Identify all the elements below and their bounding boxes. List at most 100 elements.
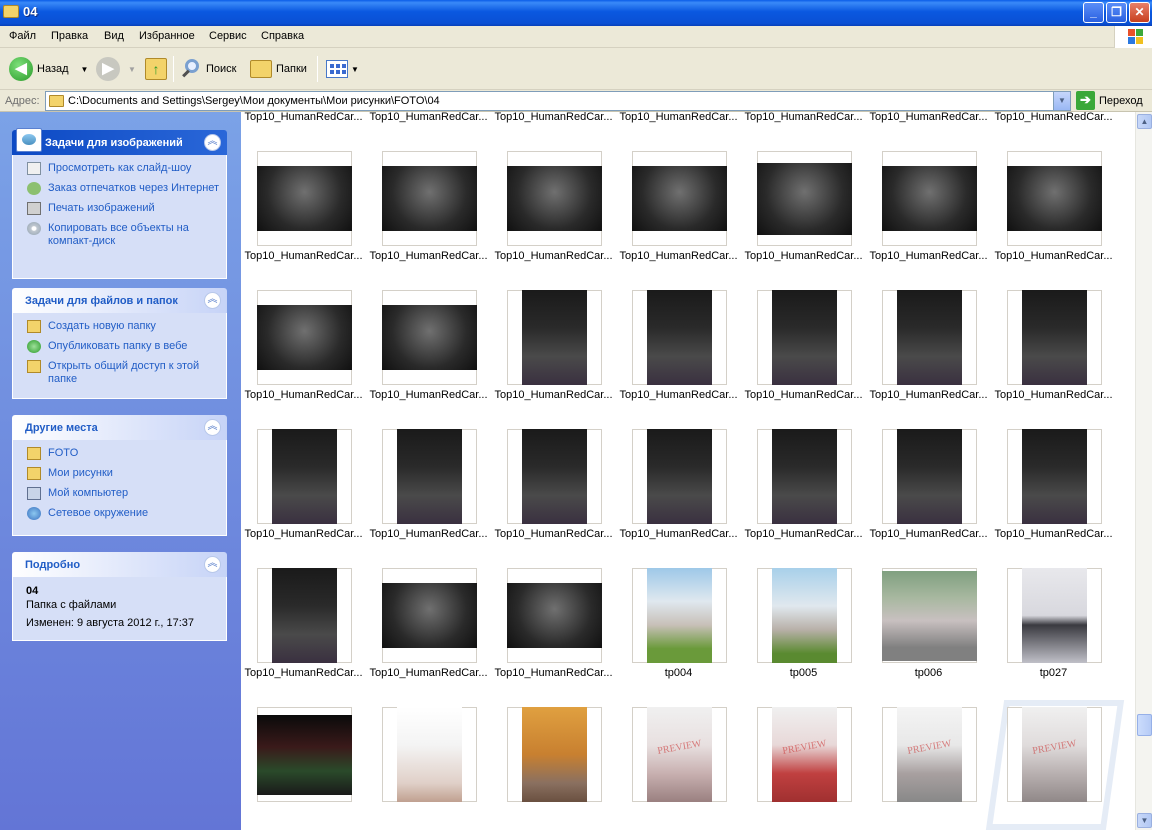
file-item[interactable]: Top10_HumanRedCar...: [991, 143, 1116, 279]
file-item[interactable]: Top10_HumanRedCar...: [866, 282, 991, 418]
file-thumbnail[interactable]: [382, 568, 477, 663]
up-button[interactable]: ↑: [145, 54, 167, 84]
task-order-prints[interactable]: Заказ отпечатков через Интернет: [13, 182, 226, 195]
file-item[interactable]: tp006: [866, 560, 991, 696]
file-thumbnail[interactable]: [382, 151, 477, 246]
file-item[interactable]: Top10_HumanRedCar...: [741, 143, 866, 279]
forward-button[interactable]: ▶ ▼: [96, 54, 136, 84]
task-new-folder[interactable]: Создать новую папку: [13, 320, 226, 333]
vertical-scrollbar[interactable]: ▲ ▼: [1135, 112, 1152, 830]
file-item[interactable]: Top10_HumanRedCar...: [991, 421, 1116, 557]
file-item[interactable]: Top10_HumanRedCar...: [241, 112, 366, 140]
file-thumbnail[interactable]: PREVIEW: [1007, 707, 1102, 802]
place-network[interactable]: Сетевое окружение: [13, 507, 226, 520]
file-thumbnail[interactable]: [382, 707, 477, 802]
file-thumbnail[interactable]: [257, 429, 352, 524]
file-item[interactable]: [491, 699, 616, 830]
file-thumbnail[interactable]: [1007, 429, 1102, 524]
file-thumbnail[interactable]: [882, 568, 977, 663]
file-thumbnail[interactable]: [507, 568, 602, 663]
file-thumbnail[interactable]: [507, 429, 602, 524]
file-item[interactable]: Top10_HumanRedCar...: [616, 421, 741, 557]
task-print-images[interactable]: Печать изображений: [13, 202, 226, 215]
file-thumbnail[interactable]: [507, 151, 602, 246]
address-dropdown-button[interactable]: ▼: [1053, 92, 1070, 110]
task-copy-to-cd[interactable]: Копировать все объекты на компакт-диск: [13, 222, 226, 248]
file-item[interactable]: Top10_HumanRedCar...: [741, 282, 866, 418]
dropdown-arrow-icon[interactable]: ▼: [81, 65, 89, 74]
file-item[interactable]: Top10_HumanRedCar...: [491, 421, 616, 557]
menu-favorites[interactable]: Избранное: [139, 30, 195, 42]
file-thumbnail[interactable]: [882, 429, 977, 524]
file-thumbnail[interactable]: PREVIEW: [632, 707, 727, 802]
file-item[interactable]: Top10_HumanRedCar...: [866, 112, 991, 140]
file-thumbnail[interactable]: [382, 429, 477, 524]
place-my-pictures[interactable]: Мои рисунки: [13, 467, 226, 480]
file-item[interactable]: Top10_HumanRedCar...: [241, 282, 366, 418]
file-item[interactable]: tp004: [616, 560, 741, 696]
file-thumbnail[interactable]: [382, 290, 477, 385]
file-thumbnail[interactable]: [257, 151, 352, 246]
file-item[interactable]: Top10_HumanRedCar...: [741, 112, 866, 140]
views-button[interactable]: ▼: [326, 54, 359, 84]
file-item[interactable]: Top10_HumanRedCar...: [616, 143, 741, 279]
file-thumbnail[interactable]: [632, 151, 727, 246]
file-item[interactable]: Top10_HumanRedCar...: [866, 421, 991, 557]
file-thumbnail[interactable]: [757, 151, 852, 246]
file-thumbnail[interactable]: [632, 429, 727, 524]
menu-file[interactable]: Файл: [9, 30, 36, 42]
file-thumbnail[interactable]: [632, 290, 727, 385]
scroll-up-button[interactable]: ▲: [1137, 114, 1152, 129]
place-my-computer[interactable]: Мой компьютер: [13, 487, 226, 500]
file-thumbnail[interactable]: PREVIEW: [757, 707, 852, 802]
file-thumbnail[interactable]: [757, 290, 852, 385]
file-thumbnail[interactable]: [507, 290, 602, 385]
file-item[interactable]: Top10_HumanRedCar...: [491, 112, 616, 140]
task-slideshow[interactable]: Просмотреть как слайд-шоу: [13, 162, 226, 175]
task-publish-web[interactable]: Опубликовать папку в вебе: [13, 340, 226, 353]
file-item[interactable]: Top10_HumanRedCar...: [491, 560, 616, 696]
minimize-button[interactable]: _: [1083, 2, 1104, 23]
file-thumbnail[interactable]: [1007, 151, 1102, 246]
file-item[interactable]: Top10_HumanRedCar...: [616, 282, 741, 418]
place-foto[interactable]: FOTO: [13, 447, 226, 460]
menu-help[interactable]: Справка: [261, 30, 304, 42]
file-item[interactable]: [241, 699, 366, 830]
back-button[interactable]: ◀ Назад ▼: [9, 54, 88, 84]
search-button[interactable]: Поиск: [180, 54, 236, 84]
collapse-icon[interactable]: ︽: [204, 419, 221, 436]
menu-tools[interactable]: Сервис: [209, 30, 247, 42]
panel-header[interactable]: Задачи для изображений ︽: [12, 128, 227, 155]
file-thumbnail[interactable]: [757, 429, 852, 524]
panel-header[interactable]: Подробно ︽: [12, 552, 227, 577]
file-item[interactable]: PREVIEW: [616, 699, 741, 830]
file-thumbnail[interactable]: [1007, 568, 1102, 663]
menu-edit[interactable]: Правка: [51, 30, 88, 42]
file-thumbnail[interactable]: [1007, 290, 1102, 385]
file-thumbnail[interactable]: [257, 568, 352, 663]
file-item[interactable]: Top10_HumanRedCar...: [366, 560, 491, 696]
file-thumbnail[interactable]: [507, 707, 602, 802]
title-bar[interactable]: 04 _ ❐ ✕: [0, 0, 1152, 26]
folders-button[interactable]: Папки: [250, 54, 307, 84]
file-item[interactable]: tp005: [741, 560, 866, 696]
file-item[interactable]: Top10_HumanRedCar...: [241, 143, 366, 279]
address-input[interactable]: C:\Documents and Settings\Sergey\Мои док…: [45, 91, 1071, 111]
file-item[interactable]: Top10_HumanRedCar...: [866, 143, 991, 279]
panel-header[interactable]: Задачи для файлов и папок ︽: [12, 288, 227, 313]
file-item[interactable]: PREVIEW: [866, 699, 991, 830]
task-share-folder[interactable]: Открыть общий доступ к этой папке: [13, 360, 226, 386]
go-button[interactable]: ➔ Переход: [1076, 91, 1143, 110]
file-thumbnail[interactable]: [257, 707, 352, 802]
file-item[interactable]: Top10_HumanRedCar...: [366, 282, 491, 418]
file-item[interactable]: Top10_HumanRedCar...: [491, 282, 616, 418]
maximize-button[interactable]: ❐: [1106, 2, 1127, 23]
menu-view[interactable]: Вид: [104, 30, 124, 42]
close-button[interactable]: ✕: [1129, 2, 1150, 23]
file-thumbnail[interactable]: [632, 568, 727, 663]
file-thumbnail[interactable]: [882, 290, 977, 385]
file-item[interactable]: Top10_HumanRedCar...: [241, 560, 366, 696]
scroll-thumb[interactable]: [1137, 714, 1152, 736]
collapse-icon[interactable]: ︽: [204, 556, 221, 573]
file-item[interactable]: Top10_HumanRedCar...: [991, 282, 1116, 418]
